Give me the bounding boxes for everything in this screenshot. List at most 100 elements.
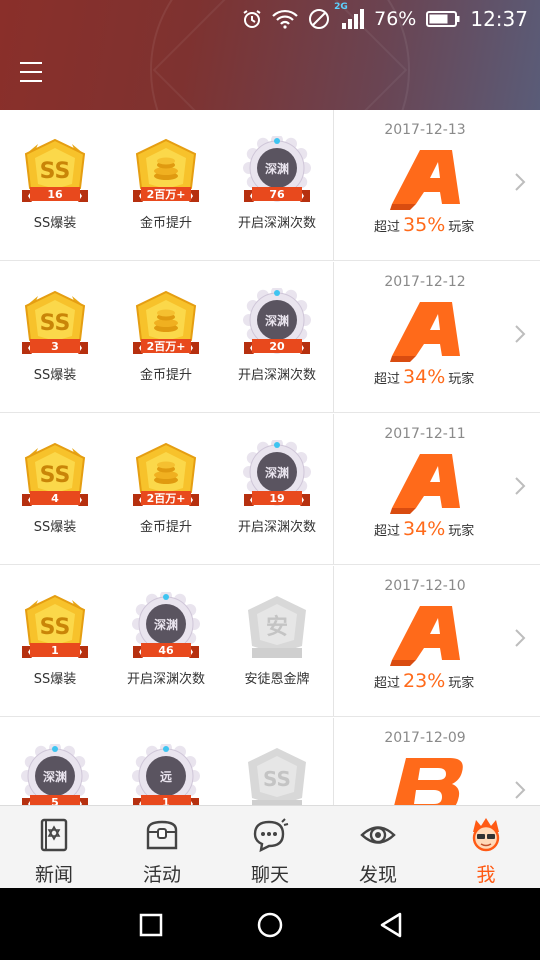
badge-count: 2百万+ bbox=[147, 188, 186, 201]
badge-label: SS爆装 bbox=[33, 520, 77, 535]
grade-b-icon bbox=[394, 758, 463, 805]
chevron-right-icon[interactable] bbox=[514, 324, 526, 344]
beat-prefix: 超过 bbox=[374, 524, 401, 539]
achievement-badge: SS bbox=[222, 744, 332, 805]
achievement-badge: 远 1 bbox=[111, 742, 221, 805]
nav-tab-0[interactable]: 新闻 bbox=[0, 806, 108, 888]
daily-record-row[interactable]: 深渊 5 远 1 SS 2017-12-09 bbox=[0, 718, 540, 805]
coin-gold-icon: 2百万+ bbox=[129, 136, 203, 210]
hamburger-menu-icon[interactable] bbox=[20, 62, 42, 84]
beat-prefix: 超过 bbox=[374, 372, 401, 387]
record-date: 2017-12-11 bbox=[384, 426, 466, 442]
achievement-badge: 2百万+ 金币提升 bbox=[111, 136, 221, 231]
news-book-icon bbox=[35, 816, 73, 858]
grade-letter bbox=[390, 450, 466, 514]
badge-mark: 深渊 bbox=[265, 161, 289, 176]
yuan-gear-icon: 远 1 bbox=[129, 742, 203, 805]
chat-bubble-icon bbox=[251, 816, 289, 858]
badge-count: 2百万+ bbox=[147, 340, 186, 353]
daily-record-row[interactable]: SS 16 SS爆装 2百万+ 金币提升 深渊 76 开启深渊次数 2017-1… bbox=[0, 110, 540, 261]
beat-percent: 23% bbox=[403, 670, 446, 692]
daily-record-list: SS 16 SS爆装 2百万+ 金币提升 深渊 76 开启深渊次数 2017-1… bbox=[0, 110, 540, 805]
coin-gold-icon: 2百万+ bbox=[129, 288, 203, 362]
nav-tab-4[interactable]: 我 bbox=[432, 806, 540, 888]
svg-text:SS: SS bbox=[40, 615, 71, 640]
home-icon[interactable] bbox=[255, 910, 285, 940]
achievement-badges: SS 1 SS爆装 深渊 46 开启深渊次数 安 安徒恩金牌 bbox=[0, 566, 334, 716]
abyss-gear-icon: 深渊 46 bbox=[129, 590, 203, 666]
status-bar: 2G 76% 12:37 bbox=[242, 0, 540, 38]
badge-count: 2百万+ bbox=[147, 492, 186, 505]
nav-tab-label: 新闻 bbox=[34, 864, 73, 886]
badge-count: 4 bbox=[51, 492, 59, 505]
daily-rank-panel: 2017-12-11 超过 34% 玩家 bbox=[334, 414, 540, 564]
signal-icon: 2G bbox=[334, 2, 365, 30]
nav-tab-1[interactable]: 活动 bbox=[108, 806, 216, 888]
beat-prefix: 超过 bbox=[374, 220, 401, 235]
anton-locked-icon: 安 bbox=[240, 592, 314, 666]
ss-gold-icon: SS 16 bbox=[18, 136, 92, 210]
nav-tab-2[interactable]: 聊天 bbox=[216, 806, 324, 888]
ss-gold-icon: SS 4 bbox=[18, 440, 92, 514]
badge-mark: 远 bbox=[160, 770, 172, 784]
achievement-badge: 深渊 76 开启深渊次数 bbox=[222, 134, 332, 231]
system-navigation-bar bbox=[0, 888, 540, 960]
badge-mark: 深渊 bbox=[154, 617, 178, 632]
achievement-badge: 深渊 5 bbox=[0, 742, 110, 805]
badge-mark: 深渊 bbox=[43, 769, 67, 784]
beat-prefix: 超过 bbox=[374, 676, 401, 691]
ss-gold-icon: SS 1 bbox=[18, 592, 92, 666]
beat-percent: 35% bbox=[403, 214, 446, 236]
achievement-badge: SS 4 SS爆装 bbox=[0, 440, 110, 535]
achievement-badge: 深渊 20 开启深渊次数 bbox=[222, 286, 332, 383]
abyss-gear-icon: 深渊 76 bbox=[240, 134, 314, 210]
daily-record-row[interactable]: SS 3 SS爆装 2百万+ 金币提升 深渊 20 开启深渊次数 2017-12… bbox=[0, 262, 540, 413]
chevron-right-icon[interactable] bbox=[514, 476, 526, 496]
badge-count: 1 bbox=[162, 796, 170, 805]
badge-label: 开启深渊次数 bbox=[237, 520, 316, 535]
daily-rank-panel: 2017-12-09 bbox=[334, 718, 540, 805]
beat-percent: 34% bbox=[403, 366, 446, 388]
daily-record-row[interactable]: SS 4 SS爆装 2百万+ 金币提升 深渊 19 开启深渊次数 2017-12… bbox=[0, 414, 540, 565]
grade-a-icon bbox=[390, 454, 460, 514]
achievement-badge: 安 安徒恩金牌 bbox=[222, 592, 332, 687]
chevron-right-icon[interactable] bbox=[514, 628, 526, 648]
nav-tab-3[interactable]: 发现 bbox=[324, 806, 432, 888]
back-icon[interactable] bbox=[376, 910, 406, 940]
badge-count: 19 bbox=[269, 492, 284, 505]
beat-suffix: 玩家 bbox=[448, 372, 475, 387]
achievement-badge: SS 1 SS爆装 bbox=[0, 592, 110, 687]
record-date: 2017-12-12 bbox=[384, 274, 466, 290]
grade-letter bbox=[390, 298, 466, 362]
achievement-badge: 深渊 19 开启深渊次数 bbox=[222, 438, 332, 535]
recent-apps-icon[interactable] bbox=[136, 910, 166, 940]
chevron-right-icon[interactable] bbox=[514, 172, 526, 192]
badge-mark: 深渊 bbox=[265, 313, 289, 328]
badge-count: 16 bbox=[47, 188, 63, 201]
beat-suffix: 玩家 bbox=[448, 220, 475, 235]
abyss-gear-icon: 深渊 20 bbox=[240, 286, 314, 362]
badge-label: 金币提升 bbox=[139, 368, 192, 383]
achievement-badge: 2百万+ 金币提升 bbox=[111, 288, 221, 383]
daily-record-row[interactable]: SS 1 SS爆装 深渊 46 开启深渊次数 安 安徒恩金牌 2017-12-1… bbox=[0, 566, 540, 717]
achievement-badges: SS 4 SS爆装 2百万+ 金币提升 深渊 19 开启深渊次数 bbox=[0, 414, 334, 564]
beat-suffix: 玩家 bbox=[448, 676, 475, 691]
achievement-badge: SS 3 SS爆装 bbox=[0, 288, 110, 383]
record-date: 2017-12-09 bbox=[384, 730, 466, 746]
grade-a-icon bbox=[390, 302, 460, 362]
achievement-badge: 2百万+ 金币提升 bbox=[111, 440, 221, 535]
app-header: 2G 76% 12:37 bbox=[0, 0, 540, 110]
grade-letter bbox=[390, 602, 466, 666]
svg-text:SS: SS bbox=[263, 767, 291, 791]
badge-label: SS爆装 bbox=[33, 216, 77, 231]
badge-label: 金币提升 bbox=[139, 216, 192, 231]
ss-gold-icon: SS 3 bbox=[18, 288, 92, 362]
alarm-icon bbox=[243, 10, 261, 28]
bottom-navigation: 新闻 活动 聊天 发现 我 bbox=[0, 805, 540, 888]
achievement-badges: SS 16 SS爆装 2百万+ 金币提升 深渊 76 开启深渊次数 bbox=[0, 110, 334, 260]
chevron-right-icon[interactable] bbox=[514, 780, 526, 800]
badge-mark: 深渊 bbox=[265, 465, 289, 480]
daily-rank-panel: 2017-12-12 超过 34% 玩家 bbox=[334, 262, 540, 412]
badge-count: 5 bbox=[51, 796, 59, 805]
nav-tab-label: 聊天 bbox=[250, 864, 289, 886]
